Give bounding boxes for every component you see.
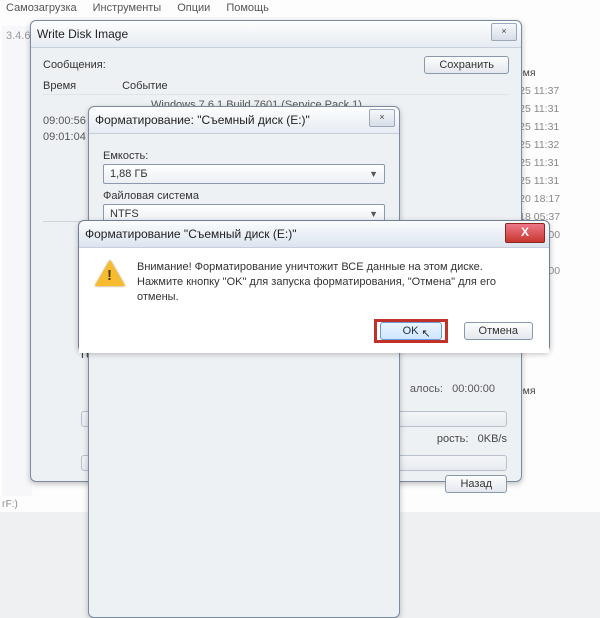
close-icon[interactable]: X (505, 223, 545, 243)
ok-label: OK (403, 325, 419, 337)
messages-label: Сообщения: (43, 59, 106, 71)
alert-line2: Нажмите кнопку "OK" для запуска форматир… (137, 275, 533, 305)
alert-line1: Внимание! Форматирование уничтожит ВСЕ д… (137, 260, 533, 275)
close-icon[interactable]: × (369, 109, 395, 127)
bg-menu-item[interactable]: Самозагрузка (6, 2, 77, 14)
ok-button[interactable]: OK ↖ (380, 322, 442, 340)
capacity-label: Емкость: (103, 150, 385, 162)
col-time: Время (43, 80, 76, 92)
warning-icon: ! (95, 260, 125, 288)
bg-menu-item[interactable]: Инструменты (93, 2, 162, 14)
save-button[interactable]: Сохранить (424, 56, 509, 74)
remaining-label: алось: (410, 383, 443, 395)
fmt-titlebar[interactable]: Форматирование: "Съемный диск (E:)" × (89, 107, 399, 134)
cursor-icon: ↖ (421, 327, 430, 340)
bg-menu-item[interactable]: Опции (177, 2, 210, 14)
col-event: Событие (122, 80, 168, 92)
bg-version: 3.4.6 (2, 26, 32, 46)
wdi-title: Write Disk Image (37, 27, 128, 41)
chevron-down-icon: ▼ (369, 209, 378, 219)
cancel-button[interactable]: Отмена (464, 322, 533, 340)
filesystem-value: NTFS (110, 208, 139, 220)
bg-menu-item[interactable]: Помощь (226, 2, 269, 14)
bg-status: гF:) (2, 499, 18, 510)
filesystem-label: Файловая система (103, 190, 385, 202)
alert-title: Форматирование "Съемный диск (E:)" (85, 227, 296, 241)
alert-titlebar[interactable]: Форматирование "Съемный диск (E:)" X (79, 221, 549, 248)
ok-button-highlight: OK ↖ (374, 319, 448, 343)
format-dialog: Форматирование: "Съемный диск (E:)" × Ем… (88, 106, 400, 618)
bg-menu: Самозагрузка Инструменты Опции Помощь (6, 2, 269, 14)
alert-message: Внимание! Форматирование уничтожит ВСЕ д… (137, 260, 533, 305)
speed-label: рость: (437, 433, 469, 445)
remaining-value: 00:00:00 (452, 383, 495, 395)
back-button[interactable]: Назад (445, 475, 507, 493)
format-warning-dialog: Форматирование "Съемный диск (E:)" X ! В… (78, 220, 550, 352)
chevron-down-icon: ▼ (369, 169, 378, 179)
speed-value: 0KB/s (478, 433, 507, 445)
capacity-value: 1,88 ГБ (110, 168, 148, 180)
wdi-titlebar[interactable]: Write Disk Image × (31, 21, 521, 48)
bg-left-panel: 3.4.6 (2, 26, 32, 496)
close-icon[interactable]: × (491, 23, 517, 41)
capacity-select[interactable]: 1,88 ГБ ▼ (103, 164, 385, 184)
fmt-title: Форматирование: "Съемный диск (E:)" (95, 113, 310, 127)
